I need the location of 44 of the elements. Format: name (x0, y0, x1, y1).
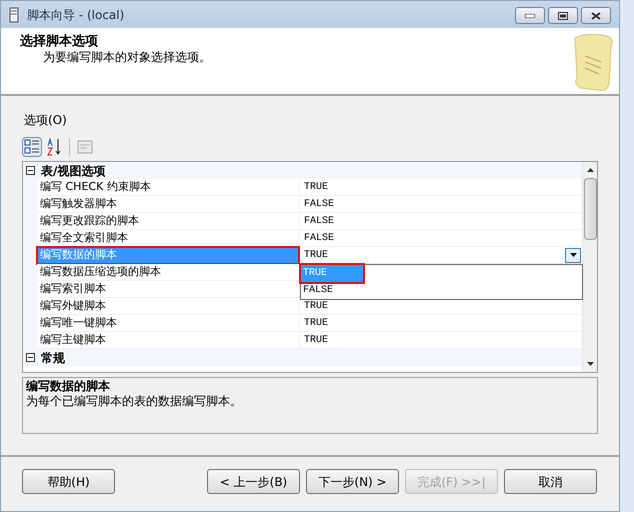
wizard-button[interactable]: < 上一步(B) (207, 469, 300, 494)
property-name[interactable]: 编写数据压缩选项的脚本 (37, 264, 299, 281)
page-subtitle: 为要编写脚本的对象选择选项。 (42, 50, 212, 65)
categorized-view-button[interactable] (22, 137, 42, 157)
description-text: 为每个已编写脚本的表的数据编写脚本。 (26, 394, 243, 409)
maximize-icon (558, 12, 568, 20)
property-name[interactable]: 编写索引脚本 (37, 281, 299, 298)
property-name[interactable]: 编写 CHECK 约束脚本 (37, 179, 299, 196)
scrollbar[interactable] (582, 162, 597, 372)
collapse-icon[interactable] (26, 353, 35, 362)
minimize-icon (525, 14, 535, 18)
scroll-up-icon (586, 168, 594, 172)
property-name[interactable]: 编写更改跟踪的脚本 (37, 213, 299, 230)
caret-icon (570, 253, 576, 257)
dropdown-button[interactable] (565, 248, 581, 262)
property-value[interactable]: FALSE (300, 214, 582, 228)
scroll-thumb[interactable] (584, 178, 596, 240)
window-icon (9, 6, 19, 22)
property-name[interactable]: 编写主键脚本 (37, 332, 299, 349)
property-name[interactable]: 编写触发器脚本 (37, 196, 299, 213)
collapse-icon[interactable] (26, 166, 35, 175)
property-value[interactable]: TRUE (300, 298, 582, 314)
property-value[interactable]: TRUE (300, 332, 582, 348)
close-button[interactable] (581, 7, 611, 24)
scroll-down-icon (586, 362, 594, 366)
wizard-button[interactable]: 下一步(N) > (306, 469, 399, 494)
category-header: 常规 (41, 350, 65, 366)
property-name[interactable]: 编写唯一键脚本 (37, 315, 299, 332)
minimize-button[interactable] (515, 7, 545, 24)
wizard-button[interactable]: 取消 (504, 469, 597, 494)
maximize-button[interactable] (548, 7, 578, 24)
page-title: 选择脚本选项 (20, 34, 99, 50)
property-value[interactable]: FALSE (300, 196, 582, 212)
window-title: 脚本向导 - (local) (27, 6, 126, 24)
options-label: 选项(O) (24, 112, 68, 127)
property-name[interactable]: 编写全文索引脚本 (37, 230, 299, 247)
description-title: 编写数据的脚本 (26, 379, 111, 394)
category-header: 表/视图选项 (41, 162, 106, 180)
wizard-button[interactable]: 帮助(H) (22, 469, 115, 494)
property-name[interactable]: 编写外键脚本 (37, 298, 299, 315)
property-value[interactable]: FALSE (300, 230, 582, 246)
property-value[interactable]: TRUE (300, 316, 582, 330)
close-icon (591, 12, 601, 20)
property-value[interactable]: TRUE (300, 180, 582, 194)
